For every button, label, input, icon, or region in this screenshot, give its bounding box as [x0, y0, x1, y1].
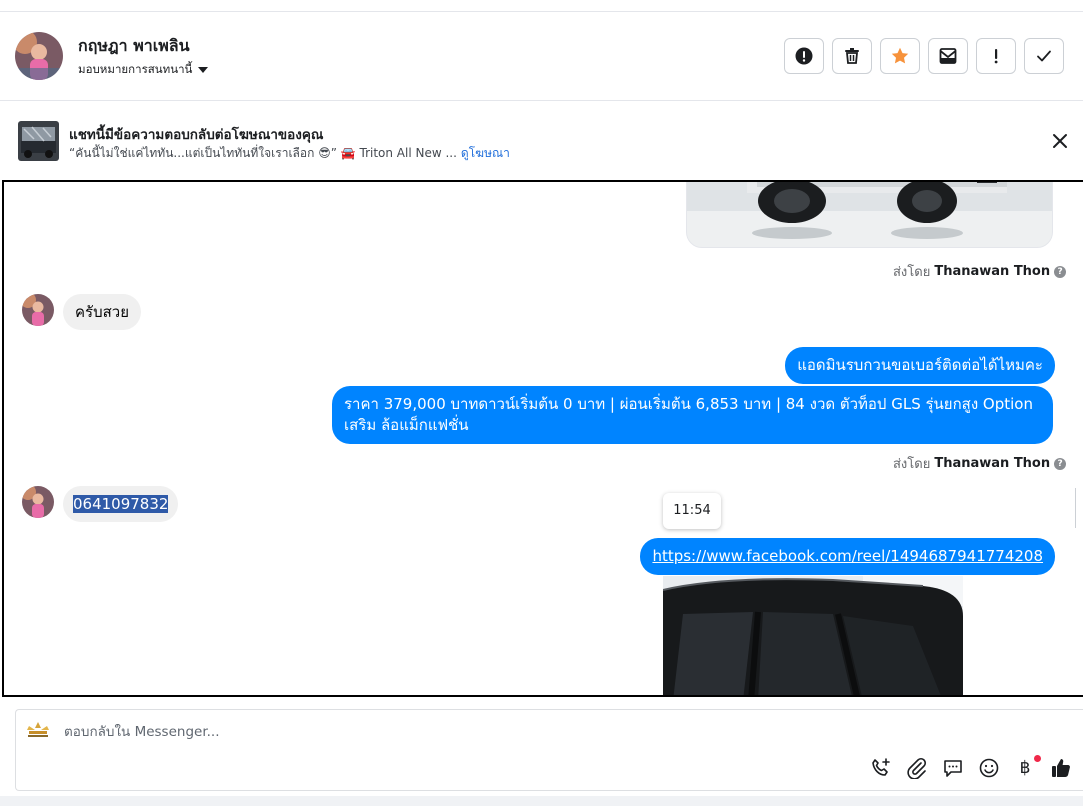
emoji-button[interactable]	[977, 756, 1001, 780]
sent-by-label: ส่งโดย Thanawan Thon ?	[893, 261, 1067, 282]
baht-icon: ฿	[1019, 758, 1031, 778]
sent-by-prefix: ส่งโดย	[893, 265, 931, 280]
ad-banner-subtitle: “คันนี้ไม่ใช่แค่ไททัน...แต่เป็นไททันที่ใ…	[69, 144, 510, 163]
caret-down-icon	[198, 67, 209, 73]
done-button[interactable]	[1024, 38, 1064, 74]
mark-unread-button[interactable]	[928, 38, 968, 74]
assign-label: มอบหมายการสนทนานี้	[78, 62, 193, 76]
assign-conversation-dropdown[interactable]: มอบหมายการสนทนานี้	[78, 61, 209, 79]
info-icon[interactable]: ?	[1054, 457, 1067, 470]
side-panel-handle[interactable]	[1075, 488, 1083, 528]
sent-by-label: ส่งโดย Thanawan Thon ?	[893, 453, 1067, 474]
bottom-strip	[0, 796, 1083, 806]
reply-input[interactable]	[64, 722, 864, 742]
trash-icon	[845, 48, 859, 64]
saved-reply-button[interactable]	[941, 756, 965, 780]
reel-link[interactable]: https://www.facebook.com/reel/1494687941…	[652, 547, 1043, 565]
outgoing-link-message[interactable]: https://www.facebook.com/reel/1494687941…	[640, 538, 1055, 575]
contact-avatar-small[interactable]	[22, 486, 54, 518]
sender-name: Thanawan Thon	[934, 264, 1051, 279]
ad-reply-banner: แชทนี้มีข้อความตอบกลับต่อโฆษณาของคุณ “คั…	[0, 101, 1083, 179]
saved-reply-icon	[944, 760, 962, 777]
composer-tools: ฿	[869, 755, 1073, 780]
attach-button[interactable]	[905, 756, 929, 780]
spam-button[interactable]	[976, 38, 1016, 74]
page-logo	[25, 720, 51, 740]
emoji-icon	[979, 758, 999, 778]
top-divider	[0, 0, 1083, 12]
ad-thumbnail[interactable]	[18, 121, 59, 161]
check-icon	[1037, 50, 1051, 62]
timestamp-tooltip: 11:54	[663, 493, 721, 529]
sent-image-car[interactable]	[686, 182, 1053, 248]
reply-composer: ฿	[15, 709, 1083, 791]
envelope-icon	[939, 48, 957, 64]
selected-phone-number[interactable]: 0641097832	[73, 495, 169, 513]
message-thread[interactable]: ส่งโดย Thanawan Thon ? ครับสวย แอดมินรบก…	[2, 180, 1083, 697]
incoming-message[interactable]: ครับสวย	[63, 294, 141, 330]
view-ad-link[interactable]: ดูโฆษณา	[461, 146, 510, 160]
info-icon[interactable]: ?	[1054, 265, 1067, 278]
ad-caption: “คันนี้ไม่ใช่แค่ไททัน...แต่เป็นไททันที่ใ…	[69, 146, 457, 160]
delete-button[interactable]	[832, 38, 872, 74]
close-icon[interactable]	[1049, 130, 1071, 152]
link-preview-image[interactable]	[663, 576, 963, 695]
contact-avatar[interactable]	[15, 32, 63, 80]
exclamation-icon	[994, 49, 998, 64]
notification-dot	[1034, 755, 1041, 762]
star-button[interactable]	[880, 38, 920, 74]
sender-name: Thanawan Thon	[934, 456, 1051, 471]
call-button[interactable]	[869, 756, 893, 780]
contact-avatar-small[interactable]	[22, 294, 54, 326]
contact-name[interactable]: กฤษฎา พาเพลิน	[78, 34, 190, 59]
star-icon	[891, 47, 909, 64]
alert-circle-icon	[795, 47, 813, 65]
outgoing-message[interactable]: ราคา 379,000 บาทดาวน์เริ่มต้น 0 บาท | ผ่…	[332, 386, 1053, 444]
conversation-header: กฤษฎา พาเพลิน มอบหมายการสนทนานี้	[0, 12, 1083, 101]
ad-banner-title: แชทนี้มีข้อความตอบกลับต่อโฆษณาของคุณ	[69, 127, 324, 143]
call-add-icon	[872, 758, 890, 776]
like-icon	[1052, 759, 1070, 777]
header-actions	[784, 38, 1064, 74]
paperclip-icon	[907, 757, 927, 779]
sent-by-prefix: ส่งโดย	[893, 457, 931, 472]
incoming-message[interactable]: 0641097832	[63, 486, 179, 522]
outgoing-message[interactable]: แอดมินรบกวนขอเบอร์ติดต่อได้ไหมคะ	[785, 347, 1055, 384]
report-button[interactable]	[784, 38, 824, 74]
payment-button[interactable]: ฿	[1013, 755, 1041, 780]
like-button[interactable]	[1049, 756, 1073, 780]
